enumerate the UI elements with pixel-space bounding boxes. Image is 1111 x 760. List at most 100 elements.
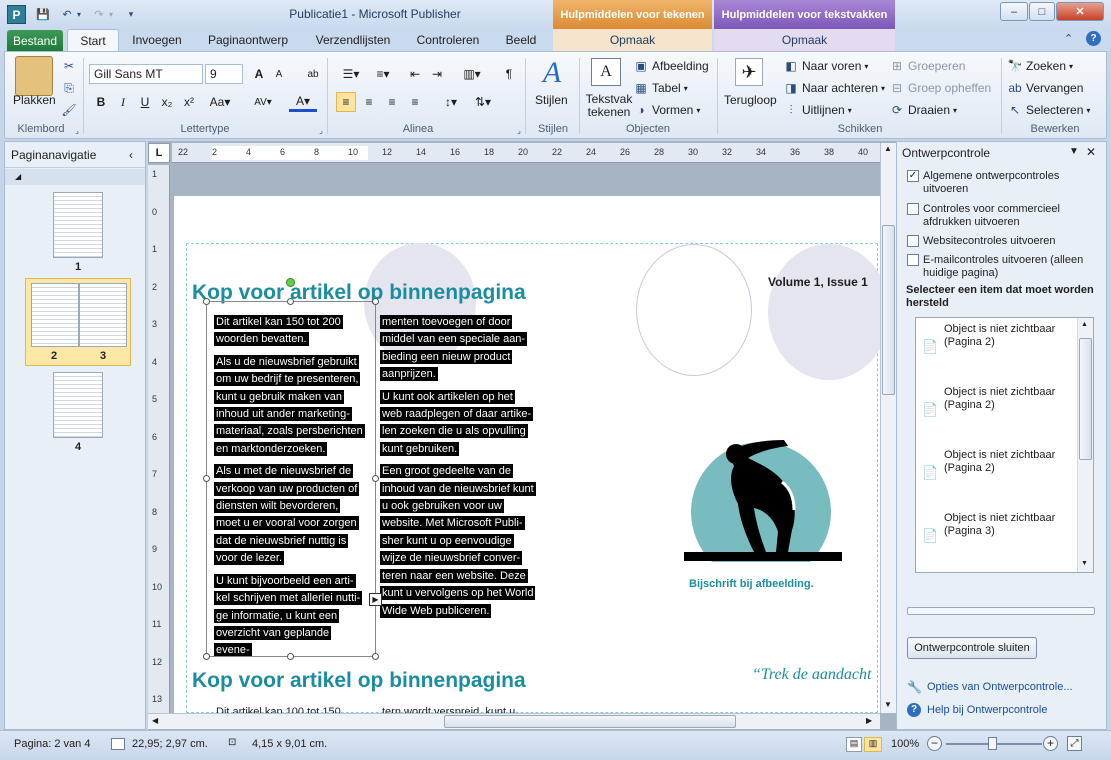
horizontal-scrollbar[interactable]: ◀ ▶ — [148, 713, 880, 729]
resize-handle[interactable] — [203, 298, 210, 305]
find-button[interactable]: 🔭 Zoeken ▾ — [1007, 58, 1074, 74]
issue-item[interactable]: Object is niet zichtbaar (Pagina 2) — [944, 323, 1074, 349]
paragraph-spacing-icon[interactable]: ⇅▾ — [469, 92, 497, 112]
swimmer-clipart-image[interactable] — [684, 426, 844, 562]
styles-icon[interactable]: A — [535, 56, 569, 90]
two-page-view-icon[interactable]: ▥ — [864, 737, 882, 752]
numbering-icon[interactable]: ≡▾ — [369, 64, 397, 84]
resize-handle[interactable] — [372, 298, 379, 305]
paste-icon[interactable] — [15, 56, 53, 96]
insert-table-button[interactable]: ▦ Tabel ▾ — [633, 80, 687, 96]
bring-forward-button[interactable]: ◧ Naar voren ▾ — [783, 58, 868, 74]
close-window-button[interactable]: ✕ — [1056, 2, 1104, 21]
horizontal-scroll-thumb[interactable] — [444, 715, 736, 728]
ungroup-button[interactable]: ⊟ Groep opheffen — [889, 80, 991, 96]
decrease-indent-icon[interactable]: ⇤ — [405, 64, 425, 84]
italic-icon[interactable]: I — [113, 92, 133, 112]
issues-list-scrollbar[interactable]: ▲ ▼ — [1077, 318, 1093, 572]
pane-menu-icon[interactable]: ▼ — [1069, 146, 1079, 157]
wrap-text-button[interactable]: Terugloop — [724, 93, 777, 107]
tab-drawing-format[interactable]: Opmaak — [553, 29, 712, 51]
format-painter-icon[interactable]: 🖌 — [61, 102, 77, 118]
vertical-scroll-thumb[interactable] — [882, 225, 895, 395]
issue-item[interactable]: Object is niet zichtbaar (Pagina 2) — [944, 386, 1074, 412]
page-thumbnail-2[interactable] — [31, 283, 79, 347]
customize-qat-icon[interactable]: ▾ — [122, 5, 140, 23]
save-icon[interactable]: 💾 — [34, 5, 52, 23]
send-backward-button[interactable]: ◨ Naar achteren ▾ — [783, 80, 885, 96]
commercial-print-checkbox[interactable] — [907, 203, 919, 215]
tab-file[interactable]: Bestand — [7, 30, 63, 51]
scroll-left-icon[interactable]: ◀ — [152, 716, 158, 725]
columns-icon[interactable]: ▥▾ — [457, 64, 487, 84]
design-checker-options-link[interactable]: Opties van Ontwerpcontrole... — [927, 681, 1073, 693]
redo-dropdown-icon[interactable]: ▾ — [106, 5, 116, 23]
scroll-right-icon[interactable]: ▶ — [866, 716, 872, 725]
cut-icon[interactable]: ✂ — [61, 58, 77, 74]
collapse-pane-icon[interactable]: ‹ — [129, 148, 133, 162]
copy-icon[interactable]: ⎘ — [61, 80, 77, 96]
close-design-checker-button[interactable]: Ontwerpcontrole sluiten — [907, 637, 1037, 659]
font-size-combo[interactable]: 9 — [205, 64, 243, 84]
insert-shapes-button[interactable]: ◑ Vormen ▾ — [633, 102, 700, 118]
tab-view[interactable]: Beeld — [498, 29, 544, 51]
scroll-up-icon[interactable]: ▲ — [1081, 321, 1088, 328]
line-spacing-icon[interactable]: ↕▾ — [437, 92, 465, 112]
font-color-icon[interactable]: A▾ — [289, 92, 317, 112]
object-size[interactable]: 4,15 x 9,01 cm. — [252, 738, 327, 750]
resize-handle[interactable] — [287, 653, 294, 660]
general-checks-checkbox[interactable]: ✓ — [907, 170, 919, 182]
change-case-icon[interactable]: Aa▾ — [205, 92, 235, 112]
tab-textbox-format[interactable]: Opmaak — [714, 29, 895, 51]
shrink-font-icon[interactable]: A — [269, 64, 289, 84]
scroll-down-icon[interactable]: ▼ — [884, 700, 892, 709]
bullets-icon[interactable]: ☰▾ — [337, 64, 365, 84]
page-status[interactable]: Pagina: 2 van 4 — [14, 738, 90, 750]
draw-textbox-button[interactable]: Tekstvak tekenen — [585, 93, 633, 119]
tab-page-design[interactable]: Paginaontwerp — [200, 29, 296, 51]
email-checks-checkbox[interactable] — [907, 254, 919, 266]
zoom-in-icon[interactable]: + — [1043, 736, 1058, 751]
tab-start[interactable]: Start — [67, 29, 119, 51]
rotate-handle[interactable] — [286, 278, 295, 287]
design-checker-help-link[interactable]: Help bij Ontwerpcontrole — [927, 704, 1047, 716]
wrap-text-icon[interactable]: ✈ — [735, 58, 763, 86]
issue-item[interactable]: Object is niet zichtbaar (Pagina 3) — [944, 512, 1074, 538]
select-button[interactable]: ↖ Selecteren ▾ — [1007, 102, 1090, 118]
tab-selector-icon[interactable]: L — [148, 143, 170, 163]
underline-icon[interactable]: U — [135, 92, 155, 112]
character-spacing-icon[interactable]: AV▾ — [249, 92, 277, 112]
resize-handle[interactable] — [372, 653, 379, 660]
superscript-icon[interactable]: x² — [179, 92, 199, 112]
publication-page[interactable]: Kop voor artikel op binnenpagina Volume … — [174, 196, 880, 714]
close-pane-icon[interactable]: ✕ — [1086, 145, 1096, 159]
tab-mailings[interactable]: Verzendlijsten — [308, 29, 398, 51]
volume-issue-text[interactable]: Volume 1, Issue 1 — [768, 275, 868, 289]
help-icon[interactable]: ? — [1086, 31, 1101, 46]
grow-font-icon[interactable]: A — [249, 64, 269, 84]
document-workspace[interactable]: L 22 2 4 6 8 10 12 14 16 18 20 22 24 26 28 30 32 34 36 38 40… — [148, 141, 896, 730]
horizontal-ruler[interactable]: 22 2 4 6 8 10 12 14 16 18 20 22 24 26 28 30 32 34 36 38 40 — [172, 143, 880, 163]
clear-formatting-icon[interactable]: ab — [303, 64, 323, 84]
article-heading-2[interactable]: Kop voor artikel op binnenpagina — [192, 669, 526, 693]
pane-splitter[interactable] — [907, 607, 1095, 615]
justify-icon[interactable]: ≡ — [405, 92, 425, 112]
publisher-app-icon[interactable]: P — [7, 5, 26, 24]
align-objects-button[interactable]: ⫶ Uitlijnen ▾ — [783, 102, 851, 118]
tab-review[interactable]: Controleren — [410, 29, 486, 51]
paste-button[interactable]: Plakken — [13, 93, 56, 107]
tab-insert[interactable]: Invoegen — [125, 29, 189, 51]
fit-page-icon[interactable]: ⤢ — [1067, 736, 1082, 751]
group-button[interactable]: ⊞ Groeperen — [889, 58, 965, 74]
resize-handle[interactable] — [203, 653, 210, 660]
rotate-button[interactable]: ⟳ Draaien ▾ — [889, 102, 957, 118]
align-left-icon[interactable]: ≡ — [336, 92, 356, 112]
issue-item[interactable]: Object is niet zichtbaar (Pagina 2) — [944, 449, 1074, 475]
replace-button[interactable]: ab Vervangen — [1007, 80, 1083, 96]
pull-quote[interactable]: “Trek de aandacht — [752, 666, 871, 684]
article-column-2[interactable]: menten toevoegen of door middel van een … — [380, 314, 536, 625]
align-right-icon[interactable]: ≡ — [382, 92, 402, 112]
insert-picture-button[interactable]: ▣ Afbeelding — [633, 58, 708, 74]
resize-handle[interactable] — [372, 475, 379, 482]
object-position[interactable]: 22,95; 2,97 cm. — [132, 738, 208, 750]
